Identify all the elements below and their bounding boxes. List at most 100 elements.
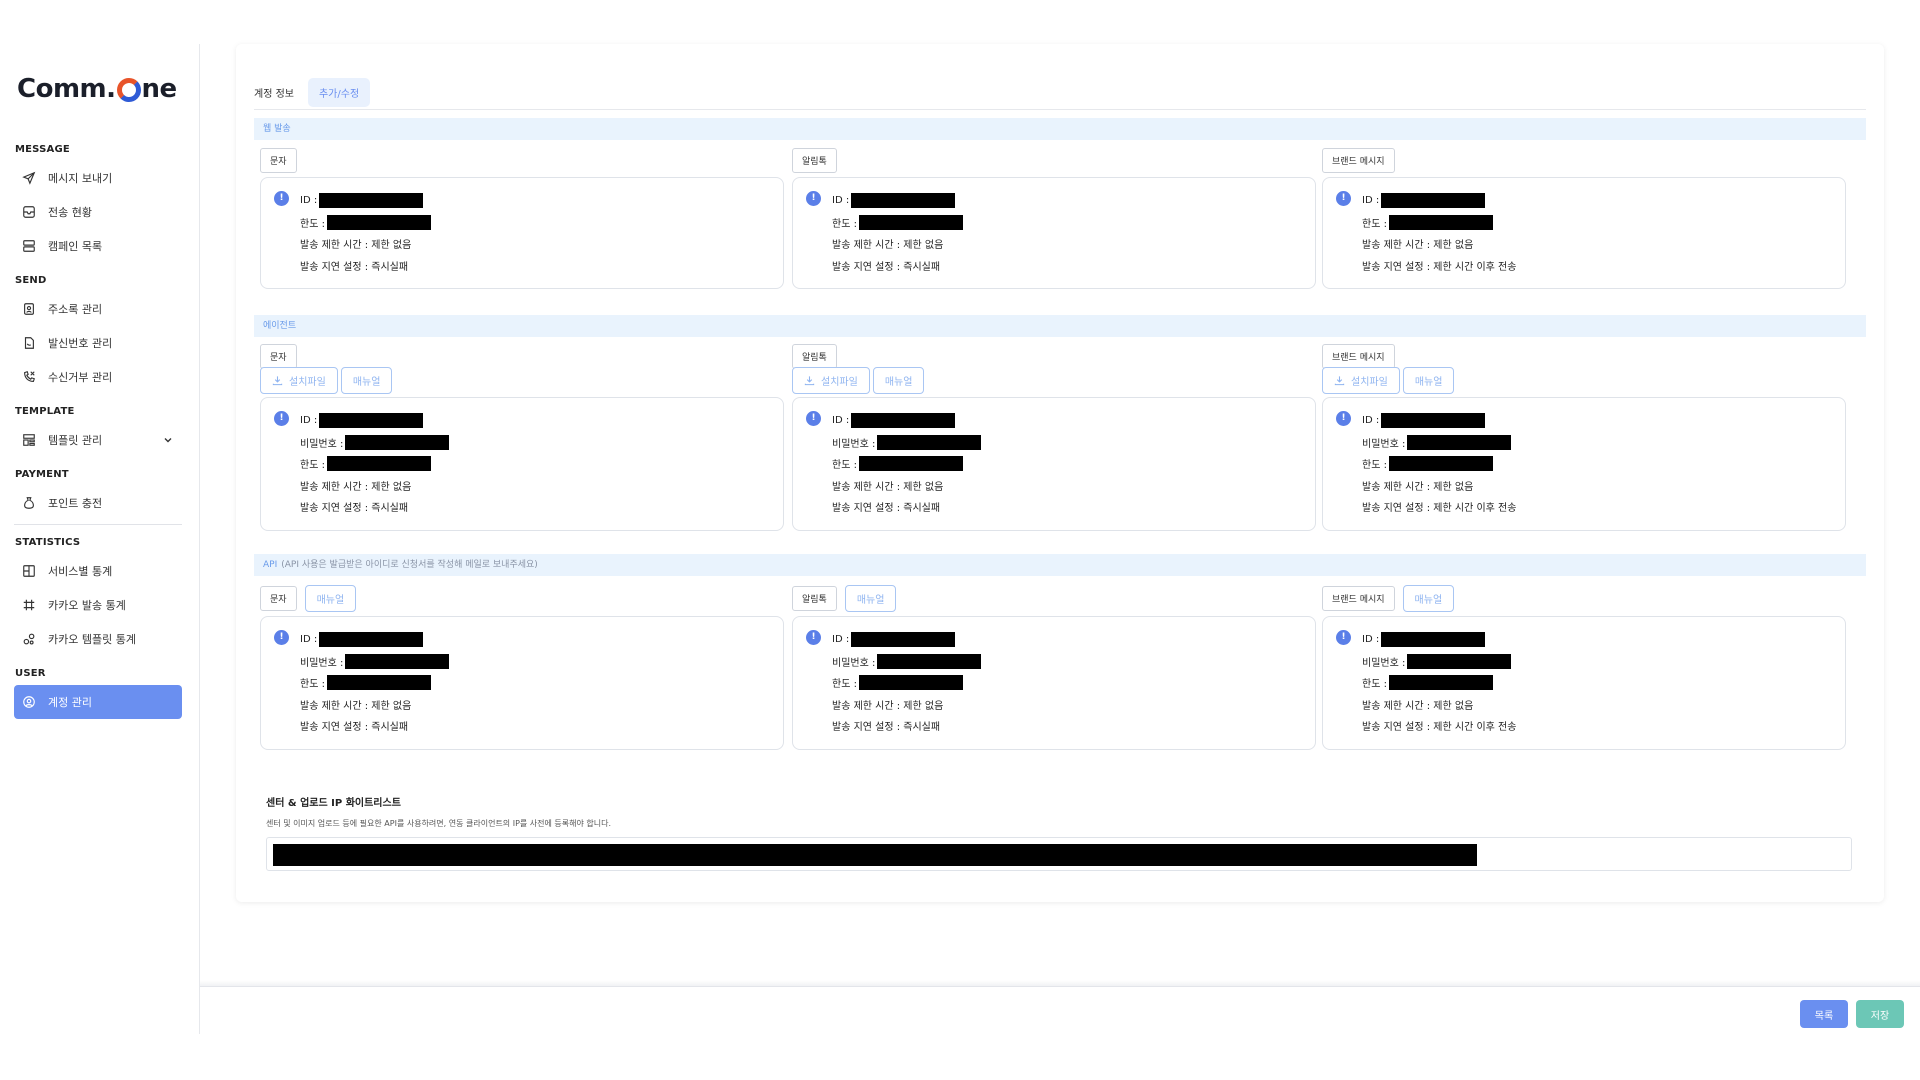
sidebar-item-label: 서비스별 통계 (48, 565, 113, 578)
channel-chip-alimtalk: 알림톡 (792, 344, 837, 369)
delay-text: 발송 지연 설정 : 즉시실패 (300, 503, 409, 515)
whitelist-ip-input[interactable] (266, 837, 1852, 871)
redacted-value (1388, 456, 1493, 472)
sidebar-item-label: 카카오 발송 통계 (48, 599, 126, 612)
install-file-label: 설치파일 (821, 377, 858, 388)
redacted-value (326, 214, 431, 230)
nav-section-title: PAYMENT (15, 469, 69, 480)
redacted-value (1407, 434, 1512, 450)
web-brand-head: 브랜드 메시지 (1322, 148, 1395, 173)
time-limit-text: 발송 제한 시간 : 제한 없음 (300, 481, 412, 493)
info-badge: ! (274, 191, 289, 206)
sidebar: Comm. ne MESSAGE 메시지 보내기 전송 현황 캠페인 목록 SEN… (0, 44, 200, 1034)
time-limit-text: 발송 제한 시간 : 제한 없음 (1362, 481, 1474, 493)
redacted-value (319, 193, 424, 209)
sidebar-item-label: 수신거부 관리 (48, 371, 113, 384)
manual-button[interactable]: 매뉴얼 (872, 367, 925, 394)
service-stats-icon (22, 564, 36, 578)
account-icon (22, 695, 36, 709)
sidebar-item-label: 발신번호 관리 (48, 337, 113, 350)
install-file-button[interactable]: 설치파일 (1322, 367, 1400, 394)
install-file-button[interactable]: 설치파일 (792, 367, 870, 394)
sidebar-item-address-book[interactable]: 주소록 관리 (14, 292, 182, 326)
save-button[interactable]: 저장 (1856, 1000, 1904, 1028)
redacted-value (326, 675, 431, 691)
chevron-down-icon[interactable] (162, 434, 174, 446)
channel-chip-sms: 문자 (260, 586, 297, 611)
status-icon (22, 205, 36, 219)
web-sms-info: ! ID : 한도 : 발송 제한 시간 : 제한 없음 발송 지연 설정 : … (260, 177, 784, 289)
channel-chip-alimtalk: 알림톡 (792, 148, 837, 173)
api-alimtalk-head: 알림톡 매뉴얼 (792, 585, 897, 612)
delay-text: 발송 지연 설정 : 즉시실패 (832, 503, 941, 515)
id-label: ID : (1362, 195, 1380, 207)
account-card: 계정 정보 추가/수정 웹 발송 문자 알림톡 브랜드 메시지 ! ID : 한… (236, 44, 1884, 902)
logo-o-mark (116, 78, 141, 102)
sidebar-item-label: 주소록 관리 (48, 303, 103, 316)
sidebar-item-send-status[interactable]: 전송 현황 (14, 195, 182, 229)
sidebar-item-block-list[interactable]: 수신거부 관리 (14, 360, 182, 394)
section-title: 에이전트 (263, 321, 297, 331)
manual-button[interactable]: 매뉴얼 (844, 585, 897, 612)
limit-label: 한도 : (1362, 460, 1387, 472)
info-badge: ! (806, 191, 821, 206)
delay-text: 발송 지연 설정 : 즉시실패 (300, 261, 409, 273)
sidebar-item-campaign-list[interactable]: 캠페인 목록 (14, 229, 182, 263)
tab-add-edit[interactable]: 추가/수정 (307, 78, 371, 107)
info-badge: ! (274, 411, 289, 426)
point-icon (22, 496, 36, 510)
sidebar-item-account[interactable]: 계정 관리 (14, 685, 182, 719)
section-web-header: 웹 발송 (254, 118, 1866, 140)
sidebar-item-service-stats[interactable]: 서비스별 통계 (14, 554, 182, 588)
kakao-stats-icon (22, 598, 36, 612)
time-limit-text: 발송 제한 시간 : 제한 없음 (832, 481, 944, 493)
sidebar-item-send-message[interactable]: 메시지 보내기 (14, 161, 182, 195)
api-brand-info: ! ID : 비밀번호 : 한도 : 발송 제한 시간 : 제한 없음 발송 지… (1322, 616, 1846, 750)
id-label: ID : (1362, 415, 1380, 427)
info-badge: ! (1336, 630, 1351, 645)
logo[interactable]: Comm. ne (17, 74, 177, 104)
redacted-value (326, 456, 431, 472)
redacted-value (319, 413, 424, 429)
list-button[interactable]: 목록 (1800, 1000, 1848, 1028)
sidebar-item-point-charge[interactable]: 포인트 충전 (14, 486, 182, 520)
channel-chip-brand: 브랜드 메시지 (1322, 148, 1395, 173)
agent-brand-info: ! ID : 비밀번호 : 한도 : 발송 제한 시간 : 제한 없음 발송 지… (1322, 397, 1846, 531)
tab-bar: 계정 정보 추가/수정 (254, 78, 371, 107)
limit-label: 한도 : (300, 218, 325, 230)
limit-label: 한도 : (832, 679, 857, 691)
web-brand-info: ! ID : 한도 : 발송 제한 시간 : 제한 없음 발송 지연 설정 : … (1322, 177, 1846, 289)
manual-button[interactable]: 매뉴얼 (304, 585, 357, 612)
download-icon (272, 376, 283, 386)
sidebar-item-template[interactable]: 템플릿 관리 (14, 423, 182, 457)
sidebar-item-label: 카카오 템플릿 통계 (48, 633, 136, 646)
redacted-value (851, 632, 956, 648)
manual-button[interactable]: 매뉴얼 (1402, 367, 1455, 394)
address-book-icon (22, 302, 36, 316)
agent-sms-actions: 설치파일 매뉴얼 (260, 367, 393, 394)
section-agent-header: 에이전트 (254, 315, 1866, 337)
delay-text: 발송 지연 설정 : 제한 시간 이후 전송 (1362, 261, 1517, 273)
redacted-value (851, 193, 956, 209)
id-label: ID : (300, 634, 318, 646)
sidebar-item-label: 템플릿 관리 (48, 434, 103, 447)
sidebar-item-kakao-template-stats[interactable]: 카카오 템플릿 통계 (14, 622, 182, 656)
redacted-value (858, 675, 963, 691)
channel-chip-brand: 브랜드 메시지 (1322, 344, 1395, 369)
password-label: 비밀번호 : (300, 657, 344, 669)
sidebar-item-kakao-stats[interactable]: 카카오 발송 통계 (14, 588, 182, 622)
info-badge: ! (806, 411, 821, 426)
id-label: ID : (832, 634, 850, 646)
manual-button[interactable]: 매뉴얼 (1402, 585, 1455, 612)
limit-label: 한도 : (300, 460, 325, 472)
redacted-value (877, 434, 982, 450)
agent-alimtalk-actions: 설치파일 매뉴얼 (792, 367, 925, 394)
time-limit-text: 발송 제한 시간 : 제한 없음 (832, 240, 944, 252)
tab-account-info[interactable]: 계정 정보 (254, 85, 294, 100)
redacted-value (1381, 193, 1486, 209)
tabs-divider (254, 109, 1866, 110)
api-brand-head: 브랜드 메시지 매뉴얼 (1322, 585, 1455, 612)
sidebar-item-sender-number[interactable]: 발신번호 관리 (14, 326, 182, 360)
manual-button[interactable]: 매뉴얼 (340, 367, 393, 394)
install-file-button[interactable]: 설치파일 (260, 367, 338, 394)
